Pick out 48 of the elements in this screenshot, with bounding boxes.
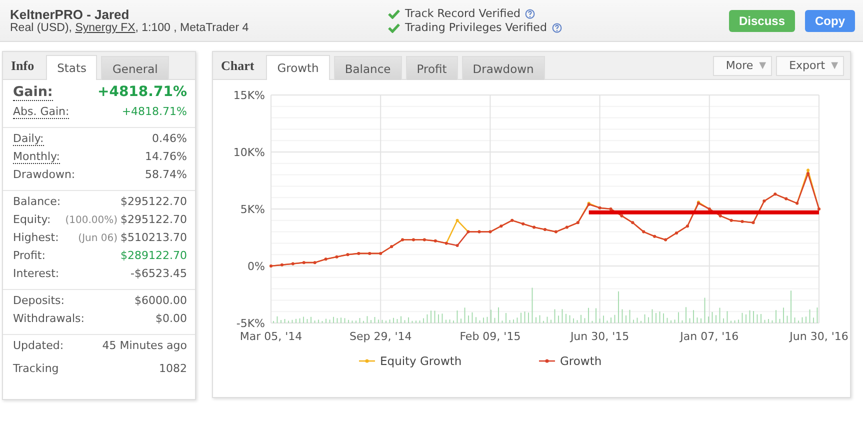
axis-label: Jun 30, '15 [570, 330, 630, 343]
stat-value: $295122.70 [120, 195, 187, 208]
stat-label: Updated: [13, 339, 64, 352]
axis-label: 15K% [233, 89, 265, 102]
axis-label: Mar 05, '14 [240, 330, 302, 343]
stat-value: $510213.70 [120, 231, 187, 244]
panel-heading: Chart [221, 58, 254, 74]
verification-label: Track Record Verified [405, 7, 520, 20]
axis-label: -5K% [236, 317, 265, 330]
stat-value: +4818.71% [97, 84, 187, 100]
stat-label: Profit: [13, 249, 46, 262]
axis-label: Jun 30, '16 [790, 330, 848, 343]
account-title: KeltnerPRO - Jared [10, 7, 130, 22]
stat-label: Interest: [13, 267, 60, 280]
stat-label: Daily: [13, 132, 44, 146]
stat-value: +4818.71% [122, 105, 187, 118]
stat-label: Deposits: [13, 294, 64, 307]
account-details: Real (USD), [10, 22, 73, 34]
stat-value: $295122.70 [120, 213, 187, 226]
stat-value: $6000.00 [134, 294, 187, 307]
stat-value: 0.46% [152, 132, 187, 145]
stat-value: $289122.70 [120, 249, 187, 262]
stat-label: Balance: [13, 195, 61, 208]
stat-note: (Jun 06) [78, 233, 118, 244]
stat-label: Gain: [13, 84, 53, 101]
stat-value: 1082 [159, 362, 187, 375]
axis-label: Feb 09, '15 [460, 330, 521, 343]
panel-heading: Info [11, 58, 34, 74]
stat-label: Tracking [13, 362, 59, 375]
axis-label: 10K% [233, 146, 265, 159]
account-details: , 1:100 , MetaTrader 4 [135, 22, 249, 34]
axis-label: Jan 07, '16 [680, 330, 739, 343]
stat-note: (100.00%) [65, 215, 118, 226]
stat-label: Monthly: [13, 150, 60, 164]
stat-label: Abs. Gain: [13, 105, 70, 119]
stat-value: $0.00 [156, 312, 187, 325]
stat-label: Highest: [13, 231, 59, 244]
stat-label: Drawdown: [13, 168, 76, 181]
stat-label: Withdrawals: [13, 312, 84, 325]
axis-label: 5K% [240, 203, 265, 216]
axis-label: 0% [248, 260, 265, 273]
stat-value: -$6523.45 [130, 267, 187, 280]
stat-value: 58.74% [145, 168, 187, 181]
stat-value: 45 Minutes ago [102, 339, 187, 352]
verification-label: Trading Privileges Verified [405, 21, 547, 34]
stat-label: Equity: [13, 213, 51, 226]
stat-value: 14.76% [145, 150, 187, 163]
axis-label: Sep 29, '14 [349, 330, 412, 343]
